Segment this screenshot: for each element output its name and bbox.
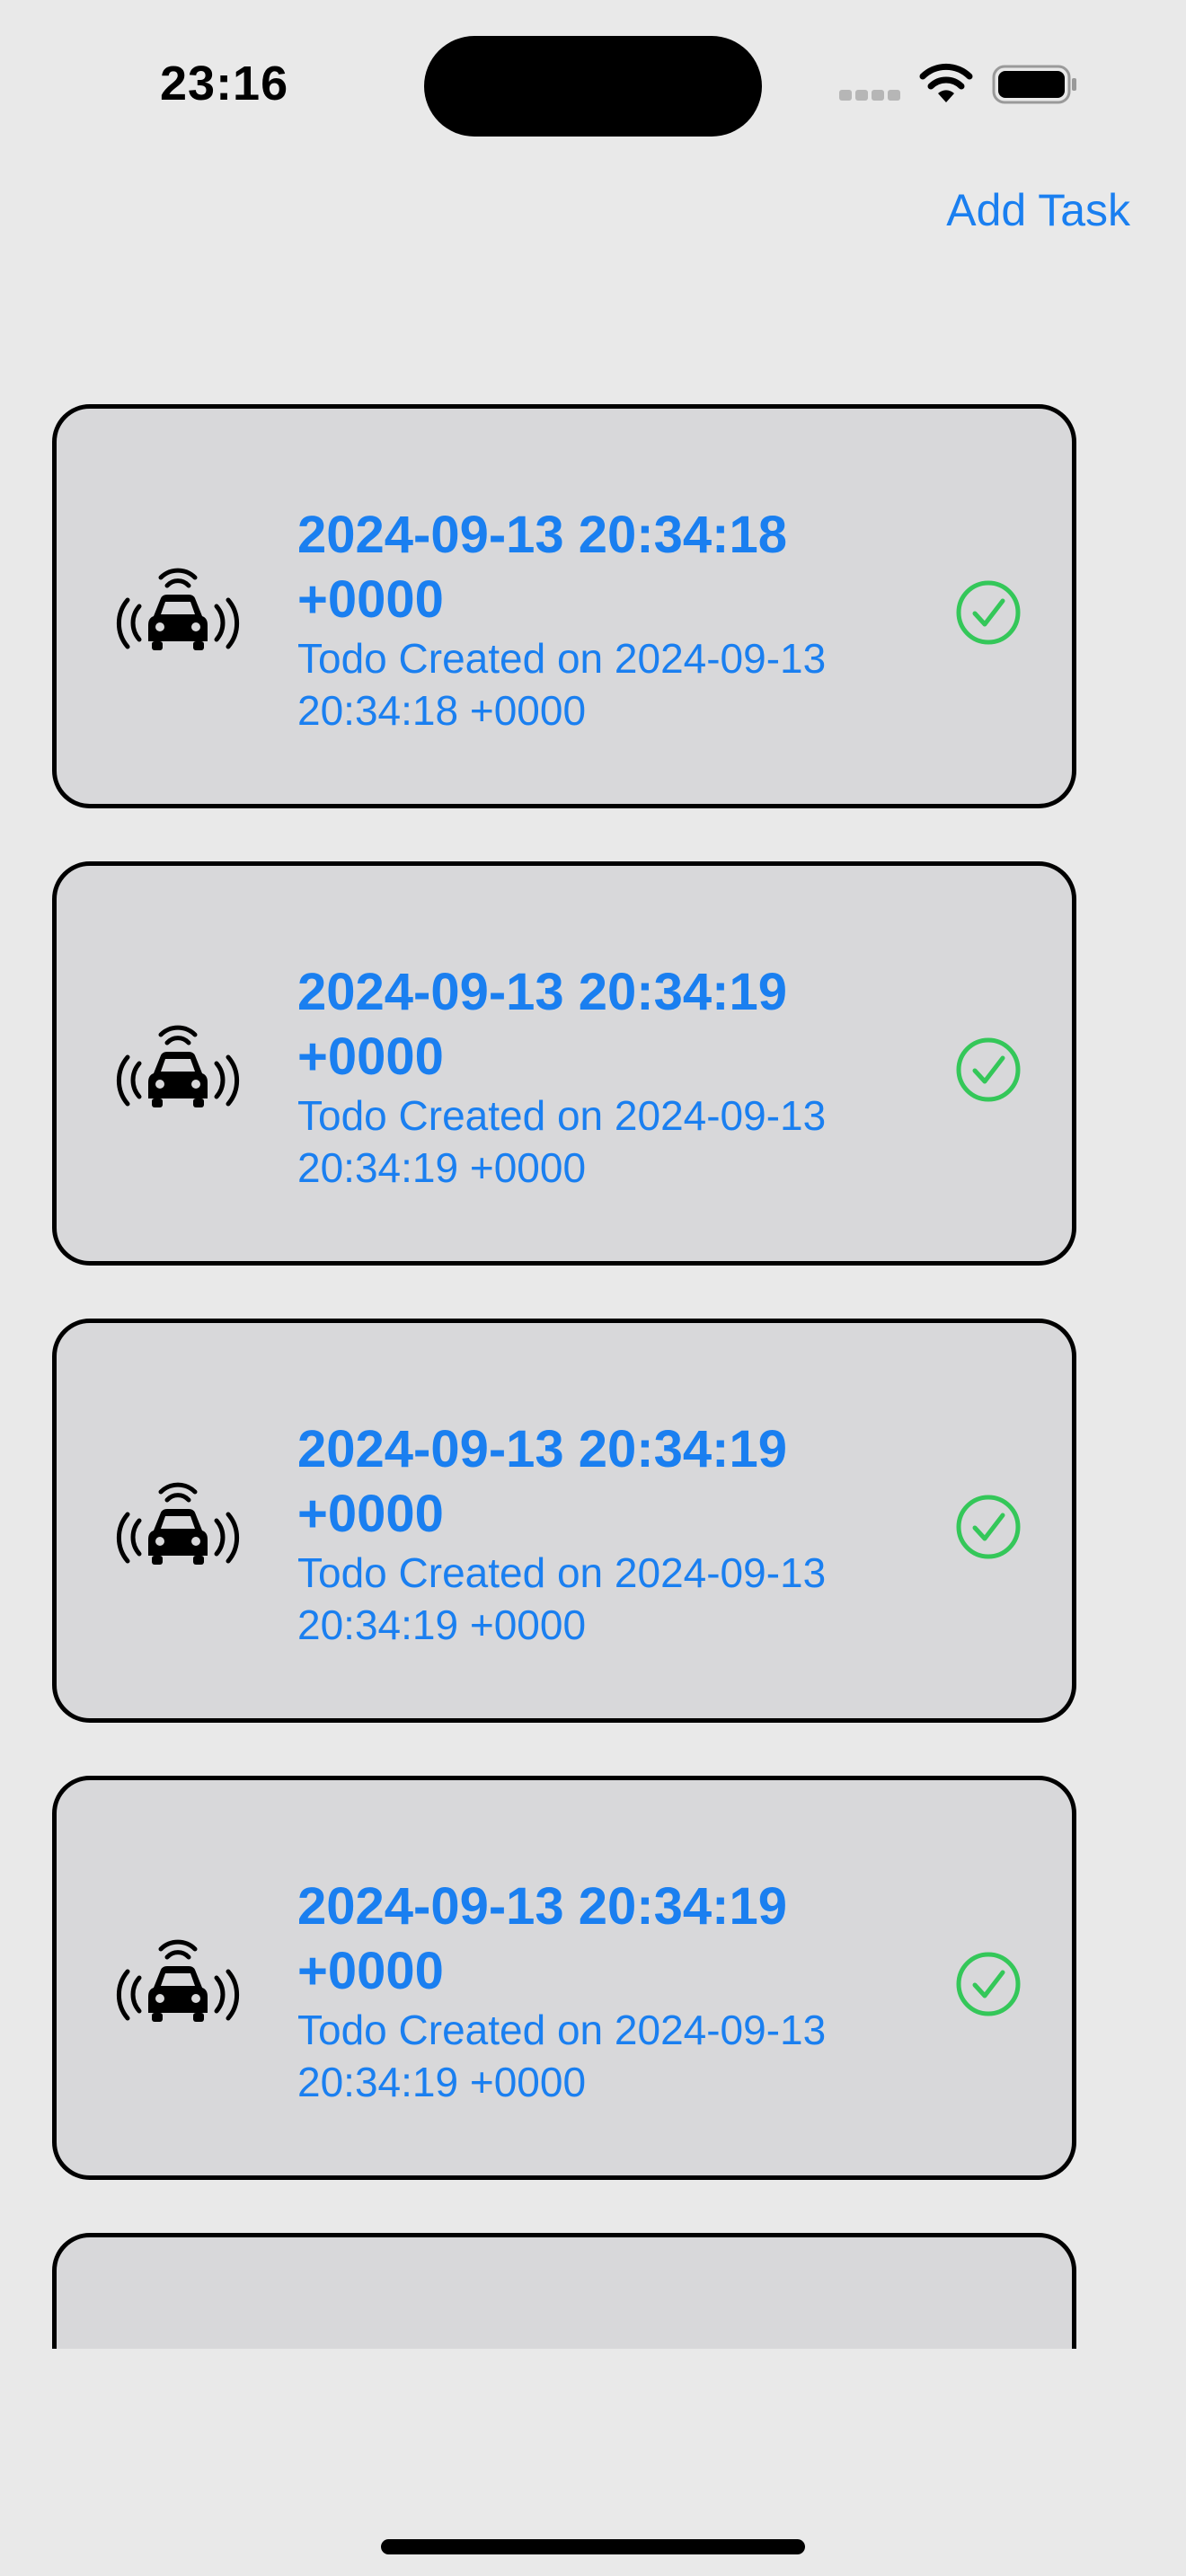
task-text: 2024-09-13 20:34:19 +0000 Todo Created o… bbox=[297, 960, 908, 1194]
task-card[interactable]: 2024-09-13 20:34:18 +0000 Todo Created o… bbox=[52, 404, 1076, 808]
task-text: 2024-09-13 20:34:18 +0000 Todo Created o… bbox=[297, 503, 908, 737]
checkmark-circle-icon[interactable] bbox=[955, 1494, 1022, 1560]
car-radio-icon bbox=[116, 1482, 240, 1565]
dynamic-island bbox=[424, 36, 762, 137]
task-subtitle: Todo Created on 2024-09-13 20:34:19 +000… bbox=[297, 1549, 827, 1648]
task-subtitle: Todo Created on 2024-09-13 20:34:19 +000… bbox=[297, 1092, 827, 1191]
task-card[interactable]: 2024-09-13 20:34:19 +0000 Todo Created o… bbox=[52, 1319, 1076, 1723]
task-card[interactable]: 2024-09-13 20:34:19 +0000 Todo Created o… bbox=[52, 1776, 1076, 2180]
wifi-icon bbox=[919, 63, 973, 102]
task-subtitle: Todo Created on 2024-09-13 20:34:19 +000… bbox=[297, 2007, 827, 2105]
task-title: 2024-09-13 20:34:19 +0000 bbox=[297, 1420, 787, 1543]
checkmark-circle-icon[interactable] bbox=[955, 1951, 1022, 2017]
task-title: 2024-09-13 20:34:18 +0000 bbox=[297, 506, 787, 629]
status-bar: 23:16 bbox=[0, 0, 1186, 162]
checkmark-circle-icon[interactable] bbox=[955, 1037, 1022, 1103]
battery-icon bbox=[992, 65, 1076, 104]
checkmark-circle-icon[interactable] bbox=[955, 579, 1022, 646]
task-text: 2024-09-13 20:34:19 +0000 Todo Created o… bbox=[297, 1417, 908, 1651]
car-radio-icon bbox=[116, 1939, 240, 2022]
home-indicator[interactable] bbox=[381, 2539, 805, 2554]
status-time: 23:16 bbox=[160, 57, 289, 110]
task-text: 2024-09-13 20:34:19 +0000 Todo Created o… bbox=[297, 1875, 908, 2108]
task-title: 2024-09-13 20:34:19 +0000 bbox=[297, 963, 787, 1086]
add-task-button[interactable]: Add Task bbox=[946, 184, 1130, 236]
screen: 23:16 Add Task 2024-09-13 20:34:18 +0000… bbox=[0, 0, 1186, 2576]
task-card[interactable] bbox=[52, 2233, 1076, 2349]
cellular-signal-icon bbox=[839, 90, 902, 102]
car-radio-icon bbox=[116, 568, 240, 650]
task-title: 2024-09-13 20:34:19 +0000 bbox=[297, 1877, 787, 2000]
task-subtitle: Todo Created on 2024-09-13 20:34:18 +000… bbox=[297, 635, 827, 734]
task-card[interactable]: 2024-09-13 20:34:19 +0000 Todo Created o… bbox=[52, 861, 1076, 1266]
task-list[interactable]: 2024-09-13 20:34:18 +0000 Todo Created o… bbox=[0, 395, 1186, 2349]
car-radio-icon bbox=[116, 1025, 240, 1107]
